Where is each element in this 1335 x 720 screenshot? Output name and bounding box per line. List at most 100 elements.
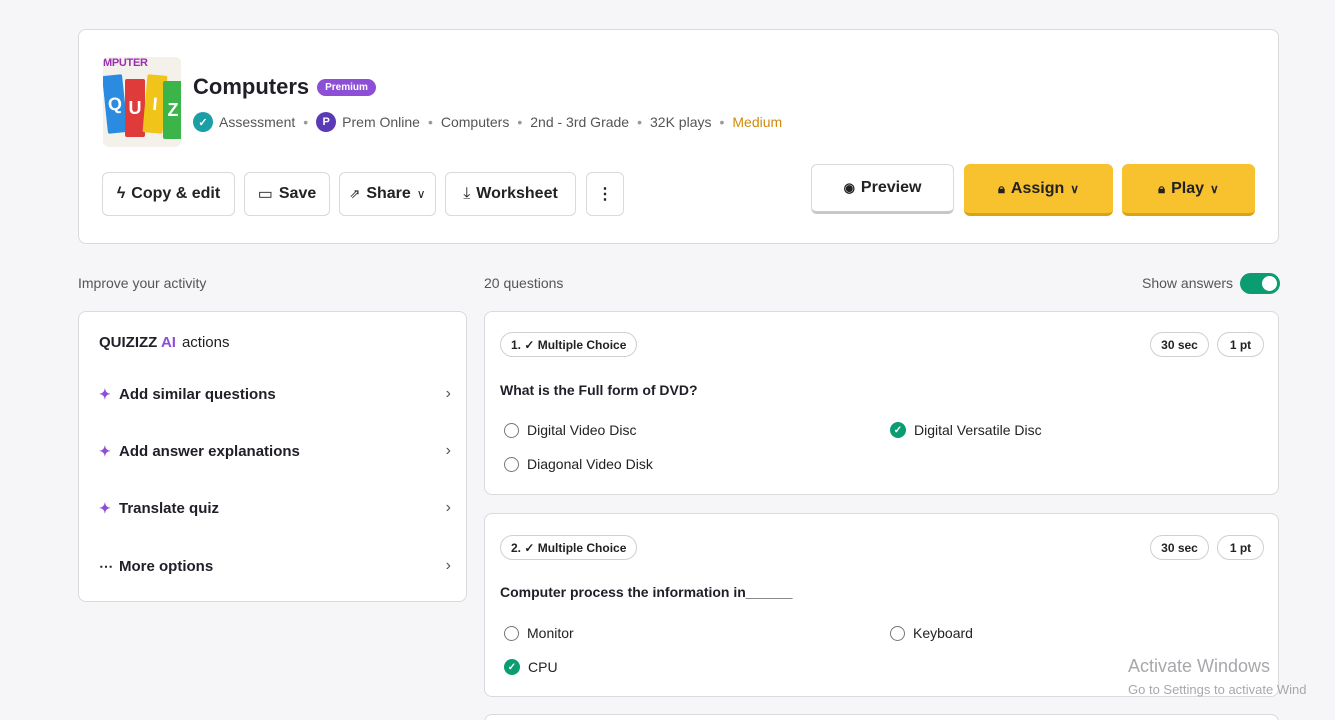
play-button[interactable]: 🔒︎ Play ∨: [1122, 164, 1255, 216]
chevron-down-icon: ∨: [1070, 181, 1080, 196]
show-answers-label: Show answers: [1142, 275, 1234, 291]
radio-icon: [504, 625, 519, 641]
chevron-right-icon: ›: [445, 557, 451, 574]
separator: •: [637, 114, 642, 130]
title-row: Computers Premium: [193, 74, 376, 100]
premium-badge: Premium: [317, 78, 376, 96]
question-text: Computer process the information in_____…: [500, 584, 793, 600]
author-name[interactable]: Prem Online: [342, 114, 420, 130]
answer-option-correct: ✓ Digital Versatile Disc: [890, 422, 1042, 438]
worksheet-label: Worksheet: [476, 185, 558, 202]
answer-option-correct: ✓ CPU: [504, 659, 558, 675]
sidebar-item-more-options[interactable]: ⋯ More options ›: [99, 554, 451, 578]
preview-button[interactable]: ◉ Preview: [811, 164, 954, 214]
separator: •: [719, 114, 725, 130]
question-card[interactable]: 1. ✓ Multiple Choice 30 sec 1 pt What is…: [484, 311, 1279, 495]
option-label: Diagonal Video Disk: [527, 456, 653, 472]
share-icon: ⇗: [349, 186, 361, 201]
lock-icon: 🔒︎: [997, 180, 1005, 196]
ai-actions-suffix: actions: [181, 334, 230, 351]
quiz-title: Computers: [193, 74, 310, 99]
play-label: Play: [1171, 179, 1205, 197]
quiz-subject: Computers: [440, 114, 510, 130]
time-pill[interactable]: 30 sec: [1150, 535, 1209, 560]
option-label: Digital Video Disc: [527, 422, 637, 438]
sidebar-item-label: Add similar questions: [119, 385, 276, 403]
kebab-icon: ⋮: [597, 186, 613, 203]
quiz-thumbnail: MPUTER Q U I Z: [103, 57, 181, 147]
thumbnail-tile: Z: [163, 81, 181, 139]
copy-edit-icon: ϟ: [116, 185, 126, 202]
question-type-pill: 2. ✓ Multiple Choice: [500, 535, 638, 560]
sidebar-item-translate[interactable]: ✦ Translate quiz ›: [99, 496, 451, 520]
thumbnail-text: MPUTER: [103, 57, 148, 69]
question-text: What is the Full form of DVD?: [500, 382, 698, 398]
separator: •: [427, 114, 433, 130]
assign-button[interactable]: 🔒︎ Assign ∨: [964, 164, 1113, 216]
assessment-icon: ✓: [193, 112, 213, 132]
question-count: 20 questions: [484, 275, 564, 291]
sidebar-item-add-explanations[interactable]: ✦ Add answer explanations ›: [99, 439, 451, 463]
improve-activity-label: Improve your activity: [78, 275, 207, 291]
check-circle-icon: ✓: [890, 422, 906, 438]
sidebar-item-label: Add answer explanations: [119, 442, 300, 460]
sparkle-icon: ✦: [99, 442, 111, 459]
time-pill[interactable]: 30 sec: [1150, 332, 1209, 357]
quiz-header-card: MPUTER Q U I Z Computers Premium ✓ Asses…: [78, 29, 1279, 244]
sparkle-icon: ✦: [99, 499, 111, 516]
assign-label: Assign: [1010, 179, 1065, 197]
share-button[interactable]: ⇗ Share ∨: [339, 172, 436, 216]
quiz-grade: 2nd - 3rd Grade: [530, 114, 630, 130]
ai-actions-card: QUIZIZZ AI actions ✦ Add similar questio…: [78, 311, 467, 602]
option-label: CPU: [528, 659, 558, 675]
preview-label: Preview: [860, 179, 922, 196]
chevron-down-icon: ∨: [1210, 181, 1219, 196]
chevron-down-icon: ∨: [416, 187, 426, 201]
brand-name: QUIZIZZ: [99, 334, 158, 351]
ellipsis-icon: ⋯: [99, 557, 113, 574]
chevron-right-icon: ›: [445, 442, 451, 459]
save-label: Save: [278, 185, 317, 202]
question-card[interactable]: [484, 714, 1279, 720]
sidebar-item-label: Translate quiz: [119, 499, 220, 517]
folder-icon: ▭: [257, 186, 273, 203]
download-icon: ⤓: [463, 185, 471, 202]
chevron-right-icon: ›: [445, 499, 451, 516]
points-pill[interactable]: 1 pt: [1217, 332, 1264, 357]
quizizz-ai-logo: QUIZIZZ AI: [99, 334, 176, 351]
chevron-right-icon: ›: [445, 385, 451, 402]
ai-actions-header: QUIZIZZ AI actions: [99, 334, 229, 351]
sparkle-icon: ✦: [99, 385, 111, 402]
answer-option: Diagonal Video Disk: [504, 456, 653, 472]
radio-icon: [504, 456, 519, 472]
lock-icon: 🔒︎: [1158, 180, 1166, 196]
option-label: Keyboard: [913, 625, 973, 641]
copy-edit-label: Copy & edit: [131, 185, 221, 202]
points-pill[interactable]: 1 pt: [1217, 535, 1264, 560]
answer-option: Digital Video Disc: [504, 422, 636, 438]
quiz-type: Assessment: [219, 114, 296, 130]
author-avatar[interactable]: P: [316, 112, 337, 132]
answer-option: Keyboard: [890, 625, 973, 641]
share-label: Share: [366, 185, 411, 202]
option-label: Monitor: [527, 625, 574, 641]
quiz-plays: 32K plays: [650, 114, 712, 130]
show-answers-toggle[interactable]: [1240, 273, 1280, 294]
worksheet-button[interactable]: ⤓ Worksheet: [445, 172, 576, 216]
more-button[interactable]: ⋮: [586, 172, 624, 216]
check-circle-icon: ✓: [504, 659, 520, 675]
eye-icon: ◉: [843, 180, 855, 195]
radio-icon: [504, 422, 519, 438]
quiz-meta: ✓ Assessment • P Prem Online • Computers…: [193, 112, 782, 132]
sidebar-item-label: More options: [119, 557, 214, 575]
question-type-pill: 1. ✓ Multiple Choice: [500, 332, 638, 357]
copy-edit-button[interactable]: ϟ Copy & edit: [102, 172, 235, 216]
save-button[interactable]: ▭ Save: [244, 172, 330, 216]
brand-ai: AI: [160, 334, 176, 351]
sidebar-item-add-similar[interactable]: ✦ Add similar questions ›: [99, 382, 451, 406]
option-label: Digital Versatile Disc: [914, 422, 1042, 438]
activate-windows-title: Activate Windows: [1128, 656, 1271, 676]
radio-icon: [890, 625, 905, 641]
activate-windows-subtitle: Go to Settings to activate Wind: [1128, 682, 1307, 697]
quiz-difficulty: Medium: [732, 114, 783, 130]
